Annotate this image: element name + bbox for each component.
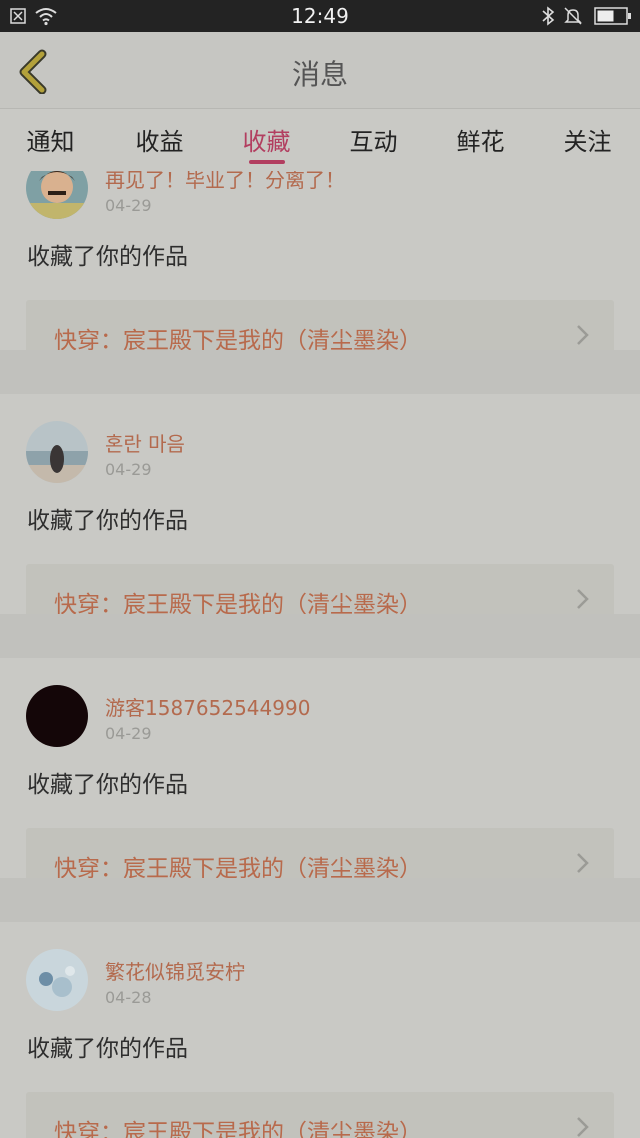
work-link[interactable]: 快穿：宸王殿下是我的（清尘墨染） xyxy=(26,1092,614,1138)
work-title: 快穿：宸王殿下是我的（清尘墨染） xyxy=(54,1120,422,1138)
chevron-right-icon xyxy=(577,853,589,873)
list-item: 再见了！毕业了！分离了！ 04-29 收藏了你的作品 快穿：宸王殿下是我的（清尘… xyxy=(0,171,640,394)
tab-flowers[interactable]: 鲜花 xyxy=(427,122,534,157)
avatar[interactable] xyxy=(26,949,88,1011)
action-text: 收藏了你的作品 xyxy=(27,1036,188,1062)
divider xyxy=(0,614,640,658)
avatar[interactable] xyxy=(26,421,88,483)
tab-favorites[interactable]: 收藏 xyxy=(213,122,320,157)
chevron-right-icon xyxy=(577,589,589,609)
divider xyxy=(0,350,640,394)
chevron-right-icon xyxy=(577,325,589,345)
tab-interactions[interactable]: 互动 xyxy=(320,122,427,157)
page-title: 消息 xyxy=(291,58,348,91)
status-bar: 12:49 xyxy=(0,0,640,32)
list-item: 繁花似锦觅安柠 04-28 收藏了你的作品 快穿：宸王殿下是我的（清尘墨染） xyxy=(0,922,640,1138)
action-text: 收藏了你的作品 xyxy=(27,772,188,798)
username[interactable]: 繁花似锦觅安柠 xyxy=(105,956,245,985)
action-text: 收藏了你的作品 xyxy=(27,508,188,534)
message-date: 04-29 xyxy=(105,196,152,215)
message-list[interactable]: 再见了！毕业了！分离了！ 04-29 收藏了你的作品 快穿：宸王殿下是我的（清尘… xyxy=(0,171,640,1138)
list-item: 혼란 마음 04-29 收藏了你的作品 快穿：宸王殿下是我的（清尘墨染） xyxy=(0,394,640,658)
tab-earnings[interactable]: 收益 xyxy=(106,122,213,157)
tab-bar: 通知 收益 收藏 互动 鲜花 关注 xyxy=(0,109,640,171)
avatar[interactable] xyxy=(26,685,88,747)
active-tab-indicator xyxy=(249,160,285,164)
message-date: 04-29 xyxy=(105,460,152,479)
message-date: 04-29 xyxy=(105,724,152,743)
tab-follows[interactable]: 关注 xyxy=(534,122,640,157)
tab-notifications[interactable]: 通知 xyxy=(0,122,104,157)
list-item: 游客1587652544990 04-29 收藏了你的作品 快穿：宸王殿下是我的… xyxy=(0,658,640,922)
chevron-right-icon xyxy=(577,1117,589,1137)
action-text: 收藏了你的作品 xyxy=(27,244,188,270)
muted-bell-icon xyxy=(564,7,582,25)
username[interactable]: 再见了！毕业了！分离了！ xyxy=(105,171,345,193)
battery-icon xyxy=(594,7,631,25)
divider xyxy=(0,878,640,922)
username[interactable]: 혼란 마음 xyxy=(105,428,185,457)
message-date: 04-28 xyxy=(105,988,152,1007)
navigation-bar: 消息 xyxy=(0,32,640,109)
bluetooth-icon xyxy=(542,6,555,26)
username[interactable]: 游客1587652544990 xyxy=(105,692,310,721)
avatar[interactable] xyxy=(26,171,88,219)
